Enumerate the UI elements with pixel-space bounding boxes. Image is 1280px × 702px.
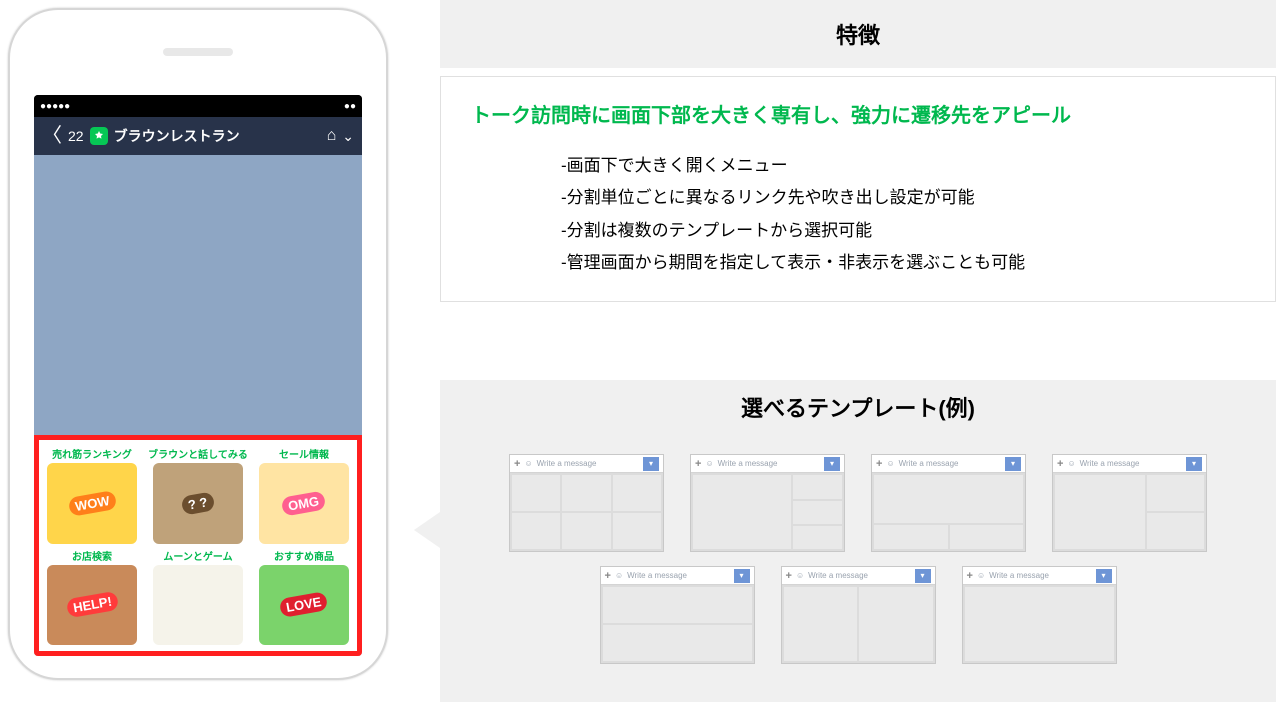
mic-icon: ▾ <box>734 569 750 583</box>
features-list: -画面下で大きく開くメニュー -分割単位ごとに異なるリンク先や吹き出し設定が可能… <box>471 150 1245 279</box>
mic-icon: ▾ <box>1005 457 1021 471</box>
back-count: 22 <box>68 128 84 144</box>
rich-menu-label: おすすめ商品 <box>274 548 334 563</box>
features-headline: トーク訪問時に画面下部を大きく専有し、強力に遷移先をアピール <box>471 99 1245 128</box>
rich-menu-label: ムーンとゲーム <box>163 548 232 563</box>
rich-menu-thumb: LOVE <box>259 565 349 646</box>
rich-menu-thumb <box>153 565 243 646</box>
rich-menu-thumb: ? ? <box>153 463 243 544</box>
template-left-2right[interactable]: +☺Write a message▾ <box>1052 454 1207 552</box>
plus-icon: + <box>514 458 520 470</box>
sticker-badge: OMG <box>281 490 327 516</box>
chat-background <box>34 155 362 435</box>
rich-menu-cell[interactable]: おすすめ商品 LOVE <box>253 548 355 646</box>
template-2rows[interactable]: +☺Write a message▾ <box>600 566 755 664</box>
phone-mockup: ●●●●●●● 〈 22 ブラウンレストラン ⌂ ⌄ 売れ筋ランキング WOW ブラ… <box>8 8 388 680</box>
chat-navbar: 〈 22 ブラウンレストラン ⌂ ⌄ <box>34 117 362 155</box>
mic-icon: ▾ <box>1096 569 1112 583</box>
account-title: ブラウンレストラン <box>90 126 321 146</box>
plus-icon: + <box>786 570 792 582</box>
smiley-icon: ☺ <box>615 571 623 580</box>
plus-icon: + <box>695 458 701 470</box>
smiley-icon: ☺ <box>796 571 804 580</box>
rich-menu-thumb: HELP! <box>47 565 137 646</box>
smiley-icon: ☺ <box>1067 459 1075 468</box>
rich-menu-cell[interactable]: ムーンとゲーム <box>147 548 249 646</box>
smiley-icon: ☺ <box>705 459 713 468</box>
rich-menu[interactable]: 売れ筋ランキング WOW ブラウンと話してみる ? ? セール情報 OMG お店検索 HELP… <box>41 446 355 645</box>
mic-icon: ▾ <box>643 457 659 471</box>
rich-menu-cell[interactable]: 売れ筋ランキング WOW <box>41 446 143 544</box>
template-top-2bottom[interactable]: +☺Write a message▾ <box>871 454 1026 552</box>
sticker-badge: HELP! <box>65 591 119 619</box>
rich-menu-cell[interactable]: お店検索 HELP! <box>41 548 143 646</box>
feature-bullet: -画面下で大きく開くメニュー <box>561 150 1245 182</box>
plus-icon: + <box>876 458 882 470</box>
rich-menu-thumb: OMG <box>259 463 349 544</box>
back-icon[interactable]: 〈 <box>42 126 62 146</box>
rich-menu-cell[interactable]: ブラウンと話してみる ? ? <box>147 446 249 544</box>
features-card: トーク訪問時に画面下部を大きく専有し、強力に遷移先をアピール -画面下で大きく開… <box>440 76 1276 302</box>
phone-screen: ●●●●●●● 〈 22 ブラウンレストラン ⌂ ⌄ 売れ筋ランキング WOW ブラ… <box>34 95 362 656</box>
templates-panel: +☺Write a message▾ +☺Write a message▾ +☺… <box>440 434 1276 702</box>
rich-menu-thumb: WOW <box>47 463 137 544</box>
rich-menu-label: お店検索 <box>72 548 112 563</box>
template-single[interactable]: +☺Write a message▾ <box>962 566 1117 664</box>
sticker-badge: ? ? <box>181 491 215 515</box>
template-2cols[interactable]: +☺Write a message▾ <box>781 566 936 664</box>
rich-menu-label: セール情報 <box>279 446 329 461</box>
rich-menu-cell[interactable]: セール情報 OMG <box>253 446 355 544</box>
feature-bullet: -分割単位ごとに異なるリンク先や吹き出し設定が可能 <box>561 182 1245 214</box>
smiley-icon: ☺ <box>977 571 985 580</box>
features-title: 特徴 <box>440 0 1276 68</box>
sticker-badge: LOVE <box>279 591 329 618</box>
feature-bullet: -分割は複数のテンプレートから選択可能 <box>561 215 1245 247</box>
templates-title: 選べるテンプレート(例) <box>440 380 1276 434</box>
rich-menu-label: 売れ筋ランキング <box>52 446 132 461</box>
callout-arrow-icon <box>414 512 440 548</box>
template-3x2[interactable]: +☺Write a message▾ <box>509 454 664 552</box>
home-icon[interactable]: ⌂ <box>327 127 337 145</box>
plus-icon: + <box>605 570 611 582</box>
phone-statusbar: ●●●●●●● <box>34 95 362 117</box>
feature-bullet: -管理画面から期間を指定して表示・非表示を選ぶことも可能 <box>561 247 1245 279</box>
official-badge-icon <box>90 127 108 145</box>
plus-icon: + <box>967 570 973 582</box>
smiley-icon: ☺ <box>524 459 532 468</box>
mic-icon: ▾ <box>824 457 840 471</box>
mic-icon: ▾ <box>915 569 931 583</box>
chevron-down-icon[interactable]: ⌄ <box>342 128 354 145</box>
template-1big-3[interactable]: +☺Write a message▾ <box>690 454 845 552</box>
smiley-icon: ☺ <box>886 459 894 468</box>
plus-icon: + <box>1057 458 1063 470</box>
rich-menu-label: ブラウンと話してみる <box>148 446 248 461</box>
mic-icon: ▾ <box>1186 457 1202 471</box>
sticker-badge: WOW <box>67 490 116 517</box>
phone-speaker <box>163 48 233 56</box>
rich-menu-highlight: 売れ筋ランキング WOW ブラウンと話してみる ? ? セール情報 OMG お店検索 HELP… <box>34 435 362 656</box>
